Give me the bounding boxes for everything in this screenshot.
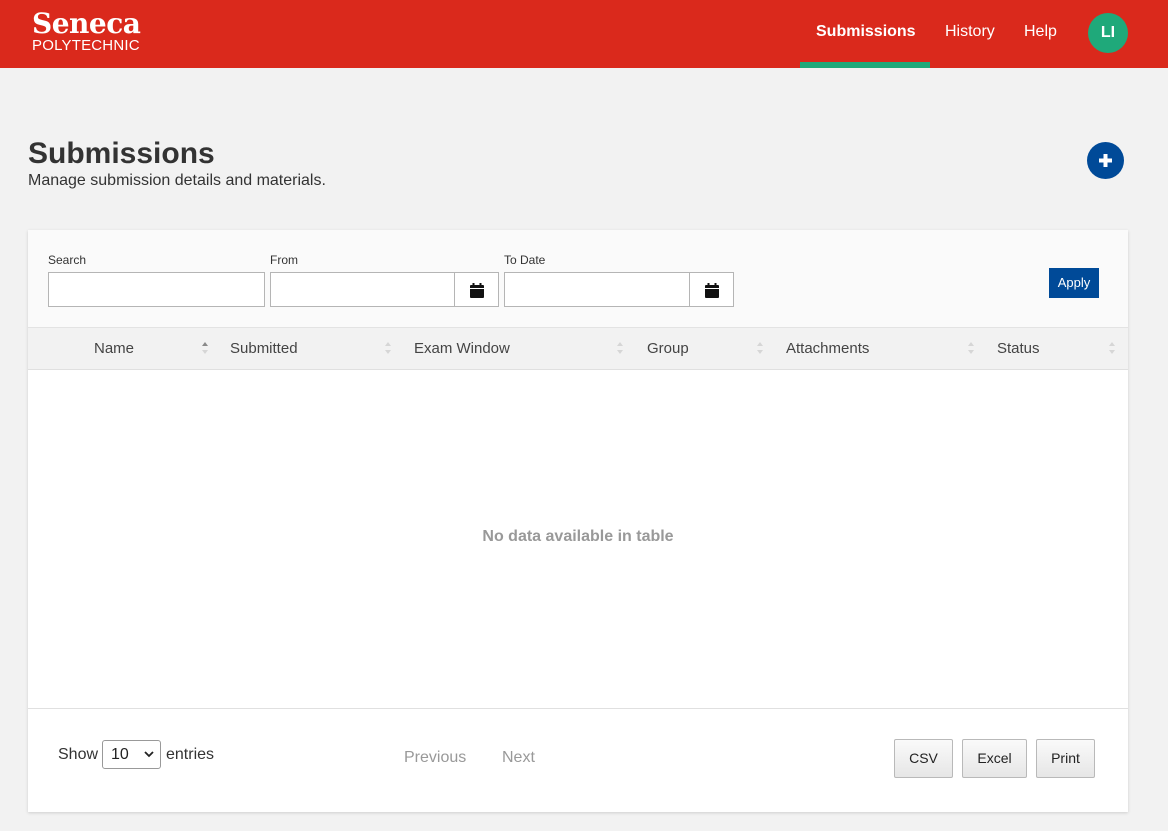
filter-bar: Search From To Date Apply xyxy=(28,230,1128,328)
add-submission-button[interactable] xyxy=(1087,142,1124,179)
logo-subtitle: POLYTECHNIC xyxy=(32,37,140,54)
column-header-submitted[interactable]: Submitted xyxy=(230,328,298,370)
empty-table-message: No data available in table xyxy=(482,528,674,545)
next-page-button[interactable]: Next xyxy=(502,749,535,767)
previous-page-button[interactable]: Previous xyxy=(404,749,466,767)
column-header-name[interactable]: Name xyxy=(94,328,134,370)
table-header: Name Submitted Exam Window Group Attachm… xyxy=(28,328,1128,370)
user-avatar[interactable]: LI xyxy=(1088,13,1128,53)
show-label: Show xyxy=(58,746,99,763)
column-header-attachments[interactable]: Attachments xyxy=(786,328,869,370)
table-footer: Show 10 entries Previous Next CSV Excel … xyxy=(28,708,1128,812)
csv-export-button[interactable]: CSV xyxy=(894,739,953,778)
from-date-input[interactable] xyxy=(270,272,455,307)
column-header-group[interactable]: Group xyxy=(647,328,689,370)
from-date-calendar-button[interactable] xyxy=(454,272,499,307)
to-date-input[interactable] xyxy=(504,272,690,307)
to-date-label: To Date xyxy=(504,253,546,267)
apply-button[interactable]: Apply xyxy=(1049,268,1099,298)
sort-icon xyxy=(385,342,391,356)
search-label: Search xyxy=(48,253,87,267)
page-title: Submissions xyxy=(28,137,215,170)
entries-per-page-select[interactable]: 10 xyxy=(102,740,161,769)
page-subtitle: Manage submission details and materials. xyxy=(28,172,326,189)
logo-wordmark: Seneca xyxy=(32,7,141,40)
from-date-label: From xyxy=(270,253,298,267)
top-navbar: Seneca POLYTECHNIC Submissions History H… xyxy=(0,0,1168,68)
active-nav-indicator xyxy=(800,62,930,68)
print-button[interactable]: Print xyxy=(1036,739,1095,778)
search-input[interactable] xyxy=(48,272,265,307)
column-header-status[interactable]: Status xyxy=(997,328,1040,370)
to-date-calendar-button[interactable] xyxy=(689,272,734,307)
sort-icon xyxy=(968,342,974,356)
calendar-icon xyxy=(705,283,719,298)
chevron-down-icon xyxy=(144,751,154,758)
nav-history[interactable]: History xyxy=(945,0,995,68)
sort-icon xyxy=(1109,342,1115,356)
nav-help[interactable]: Help xyxy=(1024,0,1057,68)
plus-icon xyxy=(1099,154,1112,167)
sort-icon xyxy=(202,342,208,356)
seneca-logo[interactable]: Seneca POLYTECHNIC xyxy=(32,7,141,54)
entries-label: entries xyxy=(166,746,215,763)
nav-submissions[interactable]: Submissions xyxy=(816,0,916,68)
excel-export-button[interactable]: Excel xyxy=(962,739,1027,778)
entries-value: 10 xyxy=(111,746,129,763)
sort-icon xyxy=(757,342,763,356)
submissions-card: Search From To Date Apply Name Submitted… xyxy=(28,230,1128,812)
sort-icon xyxy=(617,342,623,356)
calendar-icon xyxy=(470,283,484,298)
column-header-exam-window[interactable]: Exam Window xyxy=(414,328,510,370)
